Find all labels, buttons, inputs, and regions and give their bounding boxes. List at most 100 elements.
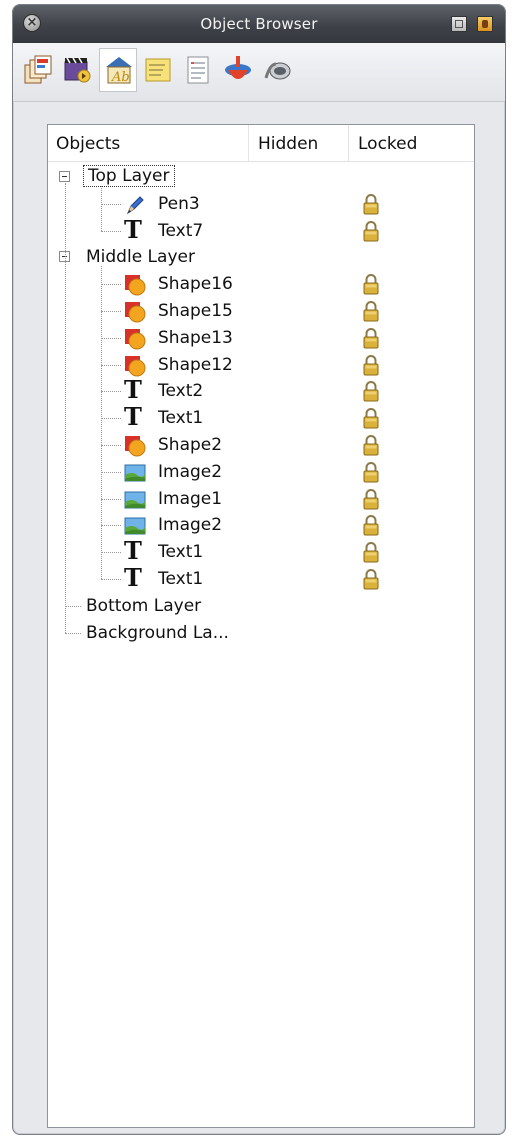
column-divider bbox=[248, 125, 249, 161]
object-label: Image2 bbox=[158, 461, 223, 482]
tree-connector bbox=[101, 337, 121, 339]
tree-connector bbox=[101, 203, 121, 205]
collapse-toggle-icon[interactable] bbox=[59, 171, 70, 182]
object-row[interactable]: Image2 bbox=[48, 459, 474, 485]
properties-icon[interactable] bbox=[179, 48, 217, 92]
title-bar[interactable]: × Object Browser bbox=[13, 5, 505, 44]
object-browser-icon[interactable]: Ab bbox=[99, 48, 137, 92]
object-row[interactable]: Shape12 bbox=[48, 352, 474, 378]
object-row[interactable]: Image1 bbox=[48, 486, 474, 512]
tree-connector bbox=[101, 230, 121, 232]
shape-icon bbox=[124, 435, 146, 457]
pin-button[interactable] bbox=[477, 16, 493, 32]
shape-icon bbox=[124, 301, 146, 323]
shape-icon bbox=[124, 355, 146, 377]
object-row[interactable]: T Text1 bbox=[48, 563, 474, 592]
pen-icon bbox=[124, 194, 146, 216]
tree-connector bbox=[101, 391, 121, 393]
lock-icon[interactable] bbox=[363, 488, 379, 510]
tree-connector bbox=[101, 284, 121, 286]
lock-icon[interactable] bbox=[363, 273, 379, 295]
tree-connector bbox=[101, 445, 121, 446]
tree-connector bbox=[101, 418, 121, 420]
object-row[interactable]: Image2 bbox=[48, 512, 474, 538]
layer-row[interactable]: Background La... bbox=[48, 620, 474, 646]
lock-icon[interactable] bbox=[363, 300, 379, 322]
object-label: Shape12 bbox=[158, 354, 233, 375]
image-icon bbox=[124, 515, 146, 537]
column-divider bbox=[348, 125, 349, 161]
flipchart-media-icon[interactable] bbox=[59, 48, 97, 92]
tree-connector bbox=[101, 471, 121, 473]
object-row[interactable]: T Text2 bbox=[48, 375, 474, 405]
lock-icon[interactable] bbox=[363, 461, 379, 483]
object-label: Text1 bbox=[158, 542, 204, 563]
object-browser-window: × Object Browser Ab Objects Hidden Locke… bbox=[12, 4, 506, 1135]
object-label: Shape15 bbox=[158, 301, 233, 321]
image-icon bbox=[124, 489, 146, 511]
lock-icon[interactable] bbox=[363, 568, 379, 590]
tree-connector bbox=[101, 579, 121, 580]
layer-label: Middle Layer bbox=[86, 247, 195, 268]
column-hidden[interactable]: Hidden bbox=[258, 134, 318, 154]
svg-text:Ab: Ab bbox=[111, 70, 130, 85]
lock-icon[interactable] bbox=[363, 193, 379, 215]
voting-browser-icon[interactable] bbox=[259, 48, 297, 92]
object-row[interactable]: Shape2 bbox=[48, 432, 474, 458]
tree-connector bbox=[65, 183, 66, 633]
object-row[interactable]: Shape15 bbox=[48, 298, 474, 324]
tree-connector bbox=[101, 186, 102, 231]
object-row[interactable]: Shape13 bbox=[48, 325, 474, 351]
lock-icon[interactable] bbox=[363, 380, 379, 402]
tree-connector bbox=[101, 552, 121, 554]
text-icon: T bbox=[124, 375, 142, 405]
object-label: Shape13 bbox=[158, 327, 233, 348]
column-locked[interactable]: Locked bbox=[358, 134, 417, 154]
lock-icon[interactable] bbox=[363, 407, 379, 429]
layer-row[interactable]: Bottom Layer bbox=[48, 593, 474, 619]
layer-row[interactable]: Middle Layer bbox=[48, 244, 474, 270]
image-icon bbox=[124, 462, 146, 484]
object-row[interactable]: T Text7 bbox=[48, 214, 474, 244]
layer-label: Top Layer bbox=[83, 165, 175, 187]
shape-icon bbox=[124, 328, 146, 350]
tree-connector bbox=[101, 311, 121, 312]
object-label: Text1 bbox=[158, 569, 204, 589]
text-icon: T bbox=[124, 402, 142, 432]
lock-icon[interactable] bbox=[363, 541, 379, 563]
lock-icon[interactable] bbox=[363, 354, 379, 376]
object-row[interactable]: Pen3 bbox=[48, 191, 474, 217]
layer-label: Bottom Layer bbox=[86, 595, 202, 616]
page-browser-icon[interactable] bbox=[19, 48, 57, 92]
object-row[interactable]: Shape16 bbox=[48, 271, 474, 297]
object-tree-panel: Objects Hidden Locked Top Layer Pen3 T Text… bbox=[47, 124, 475, 1128]
tree-connector bbox=[101, 498, 121, 500]
tree-connector bbox=[101, 364, 121, 366]
layer-label: Background La... bbox=[86, 622, 229, 643]
object-label: Image2 bbox=[158, 515, 223, 536]
object-label: Text7 bbox=[158, 220, 204, 241]
lock-icon[interactable] bbox=[363, 220, 379, 242]
column-header: Objects Hidden Locked bbox=[48, 125, 474, 162]
column-objects[interactable]: Objects bbox=[56, 134, 120, 154]
layer-row[interactable]: Top Layer bbox=[48, 164, 474, 190]
text-icon: T bbox=[124, 214, 142, 244]
object-label: Shape2 bbox=[158, 435, 223, 455]
object-row[interactable]: T Text1 bbox=[48, 402, 474, 432]
object-label: Image1 bbox=[158, 488, 223, 509]
lock-icon[interactable] bbox=[363, 327, 379, 349]
object-label: Text2 bbox=[158, 381, 204, 402]
text-icon: T bbox=[124, 563, 142, 592]
tree-connector bbox=[101, 266, 102, 579]
tree-connector bbox=[65, 605, 81, 607]
lock-icon[interactable] bbox=[363, 514, 379, 536]
notes-icon[interactable] bbox=[139, 48, 177, 92]
object-row[interactable]: T Text1 bbox=[48, 536, 474, 566]
action-browser-icon[interactable] bbox=[219, 48, 257, 92]
restore-button[interactable] bbox=[451, 16, 467, 32]
lock-icon[interactable] bbox=[363, 434, 379, 456]
object-label: Shape16 bbox=[158, 274, 233, 295]
text-icon: T bbox=[124, 536, 142, 566]
object-label: Text1 bbox=[158, 408, 204, 429]
object-label: Pen3 bbox=[158, 193, 200, 214]
